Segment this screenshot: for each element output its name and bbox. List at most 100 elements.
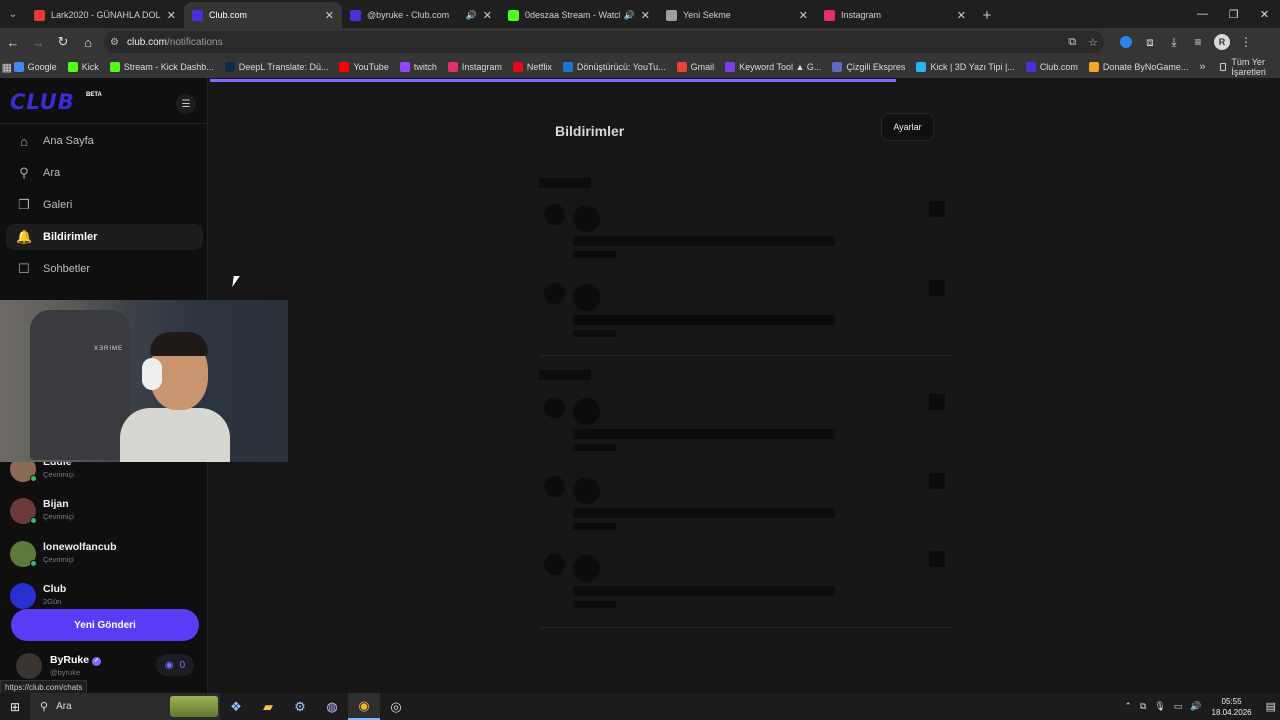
tab-title: 0deszaa Stream - Watch Liv (525, 10, 620, 20)
tab-close-icon[interactable]: ✕ (957, 9, 966, 22)
apps-grid-icon[interactable]: ▦ (0, 61, 14, 74)
windows-start-icon[interactable]: ⊞ (0, 700, 30, 714)
webcam-person-body (120, 408, 230, 462)
bookmark-item[interactable]: Gmail (676, 62, 715, 72)
settings-button[interactable]: Ayarlar (881, 113, 934, 141)
sidebar-item-bell[interactable]: 🔔 Bildirimler (6, 224, 203, 250)
tab-close-icon[interactable]: ✕ (167, 9, 176, 22)
reload-button[interactable]: ↻ (51, 30, 75, 54)
browser-tab[interactable]: Club.com ✕ (184, 2, 342, 28)
restore-button[interactable]: ❐ (1218, 0, 1249, 28)
bookmark-item[interactable]: Keyword Tool ▲ G... (725, 62, 821, 72)
friend-status-text: Çevrimiçi (43, 512, 74, 521)
bookmark-item[interactable]: Netflix (512, 62, 552, 72)
skeleton-small-circle (544, 397, 565, 418)
friend-name: Bijan (43, 498, 69, 510)
close-window-button[interactable]: ✕ (1249, 0, 1280, 28)
club-logo[interactable]: CLUB (10, 90, 75, 114)
downloads-icon[interactable]: ⤓ (1162, 30, 1186, 54)
menu-toggle-icon[interactable]: ☰ (176, 94, 196, 114)
address-bar[interactable]: ⚙ club.com/notifications ⧉ ☆ (104, 31, 1104, 53)
tab-audio-icon[interactable]: 🔊 (624, 10, 635, 21)
browser-tab[interactable]: Lark2020 - GÜNAHLA DOLDU | ✕ (26, 2, 184, 28)
chrome-icon[interactable]: ◉ (348, 693, 380, 720)
all-bookmarks-button[interactable]: Tüm Yer İşaretleri (1219, 57, 1271, 77)
taskbar-search[interactable]: ⚲ Ara (30, 693, 220, 720)
friend-name: Club (43, 583, 67, 595)
tab-title: Lark2020 - GÜNAHLA DOLDU | (51, 10, 161, 20)
bookmark-label: Kick (81, 62, 99, 72)
skeleton-action-square (929, 473, 945, 489)
discord-icon[interactable]: ◍ (316, 693, 348, 720)
browser-tab[interactable]: Yeni Sekme ✕ (658, 2, 816, 28)
bookmark-label: Gmail (690, 62, 715, 72)
sidebar-item-chat[interactable]: ☐ Sohbetler (6, 256, 203, 282)
sidebar-item-gallery[interactable]: ❐ Galeri (6, 192, 203, 218)
bookmark-item[interactable]: Donate ByNoGame... (1088, 62, 1188, 72)
tab-close-icon[interactable]: ✕ (325, 9, 334, 22)
skeleton-text-line (573, 429, 835, 439)
volume-icon[interactable]: 🔊 (1190, 701, 1201, 712)
user-name-row[interactable]: ByRuke ✓ (50, 654, 102, 666)
friend-row[interactable]: Bijan Çevrimiçi (10, 496, 200, 526)
window-controls: — ❐ ✕ (1187, 0, 1280, 28)
bookmark-item[interactable]: YouTube (339, 62, 389, 72)
system-clock[interactable]: 05:55 18.04.2026 (1212, 696, 1252, 718)
skeleton-small-circle (544, 476, 565, 497)
extensions-puzzle-icon[interactable]: ⧈ (1138, 30, 1162, 54)
bookmark-item[interactable]: Club.com (1025, 62, 1078, 72)
browser-tab[interactable]: @byruke - Club.com 🔊 ✕ (342, 2, 500, 28)
tab-title: Instagram (841, 10, 882, 20)
page-content: CLUB BETA ☰ ⌂ Ana Sayfa ⚲ Ara ❐ Galeri 🔔 Bildir… (0, 78, 1280, 695)
obs-icon[interactable]: ◎ (380, 693, 412, 720)
browser-tab[interactable]: 0deszaa Stream - Watch Liv 🔊 ✕ (500, 2, 658, 28)
bookmark-item[interactable]: DeepL Translate: Dü... (224, 62, 328, 72)
coin-balance[interactable]: ◉ 0 (156, 654, 194, 676)
bookmarks-overflow-icon[interactable]: » (1199, 61, 1205, 73)
extension-icon[interactable] (1120, 36, 1132, 48)
bookmark-item[interactable]: Kick | 3D Yazı Tipi |... (916, 62, 1015, 72)
friend-row[interactable]: lonewolfancub Çevrimiçi (10, 539, 200, 569)
bookmark-item[interactable]: twitch (399, 62, 437, 72)
folder-icon (1219, 63, 1227, 71)
browser-tab[interactable]: Instagram ✕ (816, 2, 974, 28)
profile-avatar-icon[interactable]: R (1214, 34, 1230, 50)
steam-icon[interactable]: ⚙ (284, 693, 316, 720)
bookmark-item[interactable]: Instagram (447, 62, 502, 72)
webcam-chair (30, 310, 130, 460)
microphone-icon[interactable]: 🎙 (1154, 701, 1165, 712)
taskview-icon[interactable]: ❖ (220, 693, 252, 720)
sidebar-item-search[interactable]: ⚲ Ara (6, 160, 203, 186)
new-post-button[interactable]: Yeni Gönderi (11, 609, 199, 641)
bookmark-item[interactable]: Stream - Kick Dashb... (109, 62, 214, 72)
back-button[interactable]: ← (1, 30, 25, 54)
tab-close-icon[interactable]: ✕ (799, 9, 808, 22)
reading-list-icon[interactable]: ≡ (1186, 30, 1210, 54)
skeleton-divider (539, 627, 952, 628)
bookmark-item[interactable]: Çizgili Ekspres (832, 62, 905, 72)
tray-overflow-icon[interactable]: ⌃ (1124, 701, 1132, 712)
new-tab-button[interactable]: + (974, 2, 1000, 28)
file-explorer-icon[interactable]: ▰ (252, 693, 284, 720)
minimize-button[interactable]: — (1187, 0, 1218, 28)
tray-app-icon[interactable]: ⧉ (1140, 701, 1146, 712)
notification-center-icon[interactable]: ▤ (1266, 700, 1276, 713)
tab-search-button[interactable]: ⌄ (0, 0, 26, 28)
browser-menu-icon[interactable]: ⋮ (1234, 30, 1258, 54)
bookmark-item[interactable]: Dönüştürücü: YouTu... (562, 62, 666, 72)
bookmark-star-icon[interactable]: ☆ (1088, 36, 1098, 49)
forward-button[interactable]: → (26, 30, 50, 54)
friend-row[interactable]: Club 2Gün (10, 581, 200, 611)
tab-close-icon[interactable]: ✕ (483, 9, 492, 22)
tab-audio-icon[interactable]: 🔊 (466, 10, 477, 21)
bookmark-item[interactable]: Kick (67, 62, 99, 72)
site-info-icon[interactable]: ⚙ (110, 37, 119, 48)
sidebar-item-home[interactable]: ⌂ Ana Sayfa (6, 128, 203, 154)
network-icon[interactable]: ▭ (1174, 701, 1183, 712)
tab-close-icon[interactable]: ✕ (641, 9, 650, 22)
install-app-icon[interactable]: ⧉ (1068, 36, 1076, 49)
home-button[interactable]: ⌂ (76, 30, 100, 54)
user-avatar[interactable] (16, 653, 42, 679)
bookmark-item[interactable]: Google (13, 62, 57, 72)
clock-time: 05:55 (1221, 696, 1242, 706)
